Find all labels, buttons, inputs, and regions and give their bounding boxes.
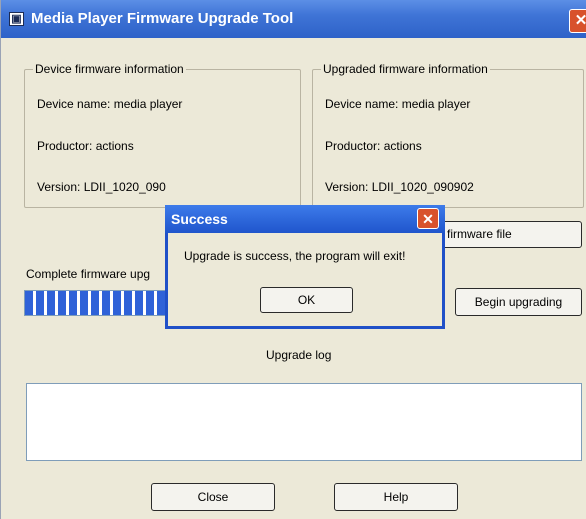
upgrade-log-label: Upgrade log <box>266 348 332 362</box>
device-version-text: Version: LDII_1020_090 <box>37 180 166 194</box>
main-window: ▣ Media Player Firmware Upgrade Tool ✕ D… <box>0 0 586 519</box>
dialog-title-bar[interactable]: Success ✕ <box>165 205 445 233</box>
dialog-message: Upgrade is success, the program will exi… <box>184 249 406 263</box>
upgraded-productor-text: Productor: actions <box>325 139 422 153</box>
success-dialog: Success ✕ Upgrade is success, the progra… <box>165 205 445 329</box>
upgraded-firmware-legend: Upgraded firmware information <box>323 62 488 76</box>
device-productor-text: Productor: actions <box>37 139 134 153</box>
device-name-text: Device name: media player <box>37 97 183 111</box>
upgrade-log-box[interactable] <box>26 383 582 461</box>
progress-label: Complete firmware upg <box>26 267 151 281</box>
window-title: Media Player Firmware Upgrade Tool <box>31 10 294 27</box>
ok-button[interactable]: OK <box>260 287 353 313</box>
upgraded-version-text: Version: LDII_1020_090902 <box>325 180 474 194</box>
upgraded-name-text: Device name: media player <box>325 97 471 111</box>
window-close-button[interactable]: ✕ <box>569 9 586 33</box>
help-button[interactable]: Help <box>334 483 458 511</box>
dialog-title: Success <box>171 211 228 227</box>
close-button[interactable]: Close <box>151 483 275 511</box>
progress-fill <box>25 291 174 315</box>
app-icon: ▣ <box>9 12 24 26</box>
dialog-close-button[interactable]: ✕ <box>417 208 439 229</box>
device-firmware-legend: Device firmware information <box>35 62 184 76</box>
upgrade-progress-bar <box>24 290 175 316</box>
begin-upgrading-button[interactable]: Begin upgrading <box>455 288 582 316</box>
title-bar[interactable]: ▣ Media Player Firmware Upgrade Tool ✕ <box>1 0 586 38</box>
